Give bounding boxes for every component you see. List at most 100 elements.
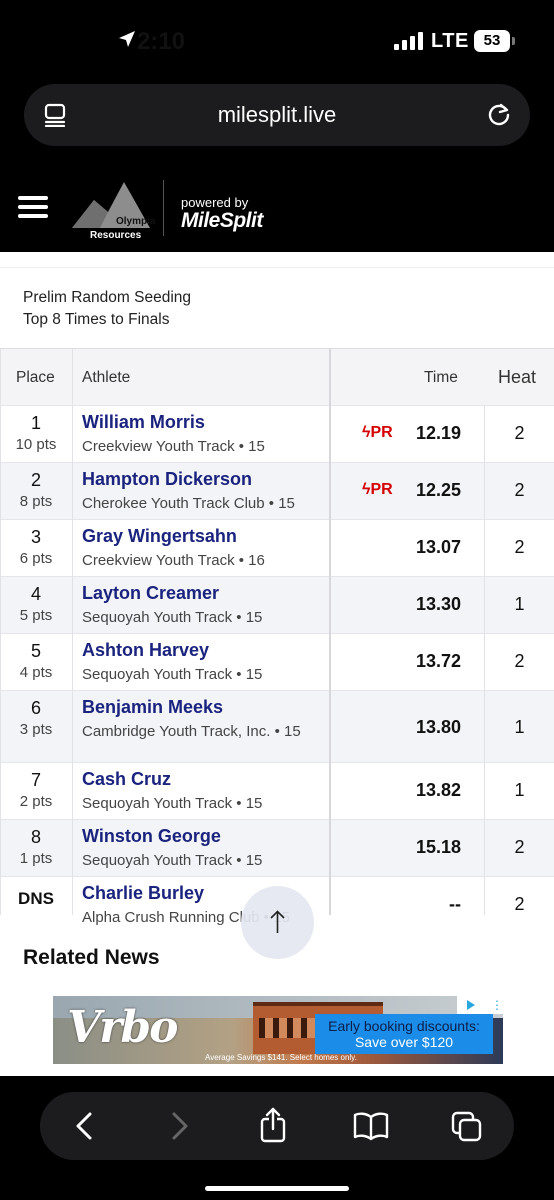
finish-time: 12.19 [415, 423, 461, 443]
finish-time: 13.80 [415, 717, 461, 737]
place: 1 [30, 413, 41, 433]
ad-offer-line2: Save over $120 [354, 1034, 454, 1050]
ad-choices-icon[interactable]: ⋮ [457, 996, 503, 1014]
table-row[interactable]: 6 3 pts Benjamin Meeks Cambridge Youth Trac… [0, 690, 554, 762]
athlete-name-link[interactable]: Ashton Harvey [82, 640, 209, 661]
browser-toolbar [40, 1092, 514, 1160]
heat-number: 2 [514, 837, 525, 857]
points: 4 pts [19, 664, 53, 681]
header-athlete[interactable]: Athlete [82, 369, 130, 387]
finish-time: 13.30 [415, 594, 461, 614]
ad-area: Vrbo Average Savings $141. Select homes … [0, 986, 554, 1076]
athlete-name-link[interactable]: Charlie Burley [82, 883, 204, 904]
athlete-name-link[interactable]: Benjamin Meeks [82, 697, 223, 718]
heat-number: 2 [514, 651, 525, 671]
place: 7 [30, 770, 41, 790]
athlete-team: Cambridge Youth Track, Inc. • 15 [82, 723, 301, 740]
arrow-up-icon [270, 910, 285, 933]
main-content: Prelim Random Seeding Top 8 Times to Fin… [0, 252, 554, 986]
athlete-name-link[interactable]: William Morris [82, 412, 205, 433]
reload-icon[interactable] [486, 101, 512, 127]
header-heat[interactable]: Heat [498, 367, 536, 388]
url-text[interactable]: milesplit.live [24, 102, 530, 128]
place: 8 [30, 827, 41, 847]
seeding-note: Prelim Random Seeding Top 8 Times to Fin… [23, 287, 191, 331]
column-divider [329, 349, 331, 915]
points: 6 pts [19, 550, 53, 567]
athlete-team: Sequoyah Youth Track • 15 [82, 795, 263, 812]
place: 2 [30, 470, 41, 490]
points: 10 pts [15, 436, 57, 453]
heat-number: 2 [514, 423, 525, 443]
table-header: Place Athlete Time Heat [0, 349, 554, 405]
cellular-signal-icon [394, 32, 423, 50]
powered-by-label: powered by [181, 195, 249, 210]
table-row[interactable]: 5 4 pts Ashton Harvey Sequoyah Youth Track … [0, 633, 554, 690]
tabs-icon[interactable] [450, 1110, 484, 1144]
network-type: LTE [431, 30, 469, 52]
finish-time: 13.07 [415, 537, 461, 557]
place: 4 [30, 584, 41, 604]
points: 5 pts [19, 607, 53, 624]
header-place[interactable]: Place [16, 369, 55, 387]
points: 8 pts [19, 493, 53, 510]
table-row[interactable]: 3 6 pts Gray Wingertsahn Creekview Youth Tr… [0, 519, 554, 576]
address-bar[interactable]: milesplit.live [24, 84, 530, 146]
home-indicator [205, 1186, 349, 1191]
table-row[interactable]: 2 8 pts Hampton Dickerson Cherokee Youth Tr… [0, 462, 554, 519]
svg-text:⋮: ⋮ [491, 998, 503, 1012]
hamburger-menu-icon[interactable] [18, 196, 48, 218]
place: 3 [30, 527, 41, 547]
table-row[interactable]: 7 2 pts Cash Cruz Sequoyah Youth Track • 15… [0, 762, 554, 819]
ad-offer-box: Early booking discounts: Save over $120 [315, 1014, 493, 1054]
heat-number: 1 [514, 780, 525, 800]
vrbo-ad-banner[interactable]: Vrbo Average Savings $141. Select homes … [53, 996, 503, 1064]
athlete-team: Sequoyah Youth Track • 15 [82, 609, 263, 626]
athlete-team: Cherokee Youth Track Club • 15 [82, 495, 295, 512]
forward-icon[interactable] [168, 1110, 192, 1142]
heat-number: 2 [514, 480, 525, 500]
milesplit-logo[interactable]: MileSplit [181, 209, 263, 233]
share-icon[interactable] [258, 1107, 288, 1143]
logo-line2: Resources [90, 230, 142, 241]
table-row[interactable]: 4 5 pts Layton Creamer Sequoyah Youth Track… [0, 576, 554, 633]
athlete-name-link[interactable]: Layton Creamer [82, 583, 219, 604]
seeding-note-line2: Top 8 Times to Finals [23, 311, 170, 328]
athlete-name-link[interactable]: Hampton Dickerson [82, 469, 252, 490]
header-divider [163, 180, 164, 236]
heat-number: 1 [514, 594, 525, 614]
results-table: Place Athlete Time Heat 1 10 pts William M… [0, 348, 554, 926]
battery-icon [512, 37, 515, 45]
ad-offer-line1: Early booking discounts: [328, 1018, 480, 1034]
site-header: Olympia Resources [0, 160, 554, 252]
back-icon[interactable] [72, 1110, 96, 1142]
status-bar: 2:10 LTE 53 [0, 0, 554, 80]
athlete-name-link[interactable]: Cash Cruz [82, 769, 171, 790]
column-divider [0, 349, 1, 915]
heat-number: 2 [514, 537, 525, 557]
location-arrow-icon [119, 31, 135, 47]
column-divider [72, 349, 73, 915]
athlete-team: Creekview Youth Track • 15 [82, 438, 265, 455]
athlete-team: Sequoyah Youth Track • 15 [82, 852, 263, 869]
top-strip [0, 252, 554, 268]
table-row[interactable]: 1 10 pts William Morris Creekview Youth Tra… [0, 405, 554, 462]
scroll-to-top-button[interactable] [241, 886, 314, 959]
related-news-heading: Related News [23, 946, 160, 969]
athlete-name-link[interactable]: Winston George [82, 826, 221, 847]
athlete-name-link[interactable]: Gray Wingertsahn [82, 526, 237, 547]
finish-time: 12.25 [415, 480, 461, 500]
finish-time: 13.82 [415, 780, 461, 800]
logo-line1: Olympia [116, 216, 156, 227]
points: 3 pts [19, 721, 53, 738]
olympia-resources-logo: Olympia Resources [72, 182, 156, 241]
vrbo-logo: Vrbo [67, 1002, 178, 1053]
finish-time: -- [449, 894, 461, 914]
column-divider [484, 405, 485, 915]
bookmarks-icon[interactable] [352, 1110, 390, 1142]
header-time[interactable]: Time [424, 369, 458, 387]
athlete-team: Sequoyah Youth Track • 15 [82, 666, 263, 683]
table-row[interactable]: 8 1 pts Winston George Sequoyah Youth Track… [0, 819, 554, 876]
place: DNS [18, 889, 54, 908]
heat-number: 1 [514, 717, 525, 737]
